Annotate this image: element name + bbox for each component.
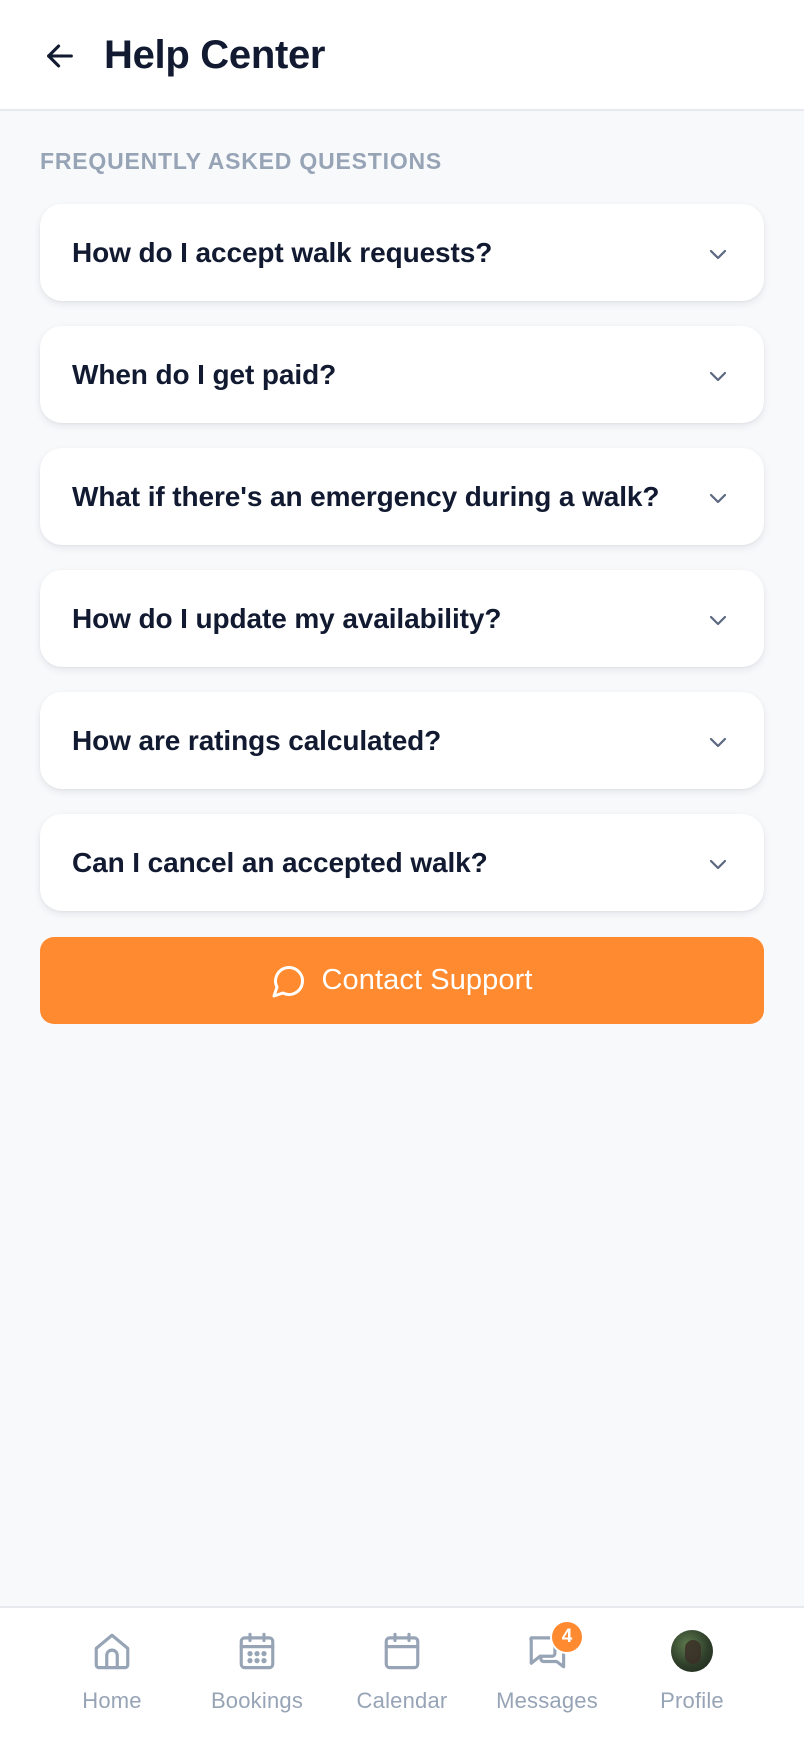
calendar-icon: [384, 1632, 420, 1670]
chevron-down-icon: [709, 615, 727, 626]
contact-support-button[interactable]: Contact Support: [40, 937, 764, 1024]
faq-item[interactable]: What if there's an emergency during a wa…: [40, 448, 764, 545]
nav-item-profile[interactable]: Profile: [627, 1624, 757, 1734]
back-button[interactable]: [36, 34, 84, 78]
avatar: [671, 1630, 713, 1672]
arrow-left-icon: [47, 44, 73, 68]
nav-label-home: Home: [82, 1688, 142, 1713]
bottom-navigation: Home Bookings Calendar 4 Messages Profil…: [0, 1606, 804, 1748]
nav-item-home[interactable]: Home: [47, 1624, 177, 1734]
contact-support-label: Contact Support: [321, 964, 533, 996]
faq-section-label: FREQUENTLY ASKED QUESTIONS: [40, 148, 443, 174]
faq-question: How do I update my availability?: [72, 602, 502, 634]
faq-question: When do I get paid?: [72, 358, 337, 390]
nav-label-messages: Messages: [496, 1688, 598, 1713]
nav-label-profile: Profile: [660, 1688, 724, 1713]
nav-item-messages[interactable]: 4 Messages: [482, 1620, 612, 1734]
faq-item[interactable]: When do I get paid?: [40, 326, 764, 423]
calendar-grid-icon: [239, 1632, 275, 1670]
chevron-down-icon: [709, 249, 727, 260]
help-center-screen: Help Center FREQUENTLY ASKED QUESTIONS H…: [0, 0, 804, 1748]
nav-label-calendar: Calendar: [356, 1688, 448, 1713]
chevron-down-icon: [709, 493, 727, 504]
nav-label-bookings: Bookings: [210, 1688, 304, 1713]
chevron-down-icon: [709, 371, 727, 382]
nav-item-calendar[interactable]: Calendar: [337, 1624, 467, 1734]
nav-item-bookings[interactable]: Bookings: [192, 1624, 322, 1734]
avatar-wrap: [671, 1630, 713, 1672]
faq-item[interactable]: How are ratings calculated?: [40, 692, 764, 789]
faq-list: How do I accept walk requests? When do I…: [40, 204, 764, 936]
chevron-down-icon: [709, 737, 727, 748]
faq-item[interactable]: How do I update my availability?: [40, 570, 764, 667]
top-app-bar: Help Center: [0, 0, 804, 111]
chat-bubble-icon: [272, 965, 305, 997]
unread-badge: 4: [550, 1620, 584, 1654]
faq-question: How are ratings calculated?: [72, 724, 442, 756]
faq-question: How do I accept walk requests?: [72, 236, 493, 268]
faq-question: What if there's an emergency during a wa…: [72, 480, 660, 512]
faq-question: Can I cancel an accepted walk?: [72, 846, 488, 878]
messages-icon-wrap: 4: [526, 1620, 584, 1672]
chevron-down-icon: [709, 859, 727, 870]
page-title: Help Center: [104, 33, 326, 77]
home-icon: [94, 1633, 130, 1670]
faq-item[interactable]: How do I accept walk requests?: [40, 204, 764, 301]
faq-item[interactable]: Can I cancel an accepted walk?: [40, 814, 764, 911]
